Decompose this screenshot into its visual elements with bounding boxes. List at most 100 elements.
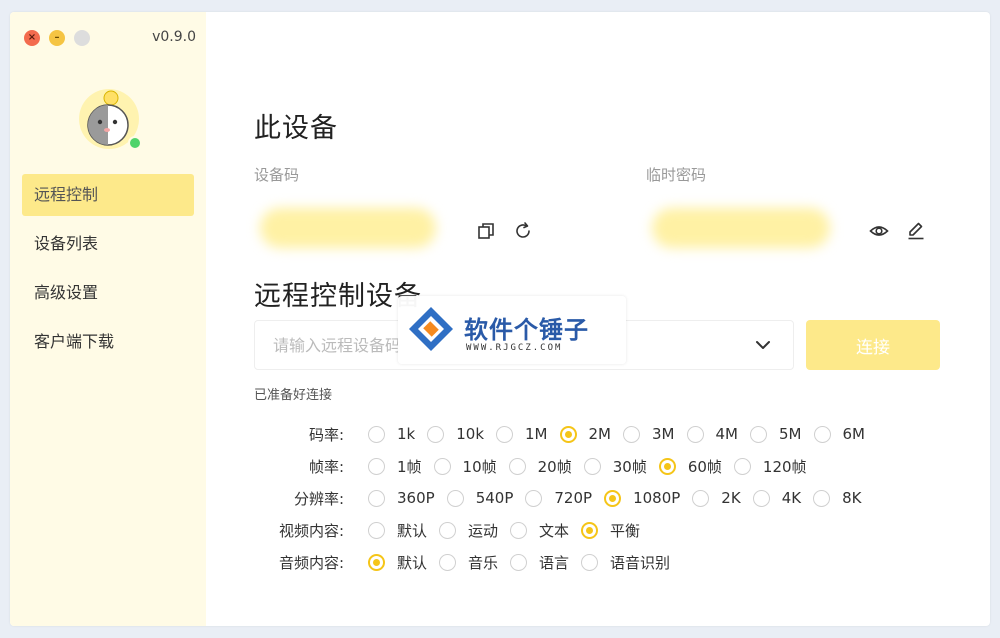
radio-option-label: 8K [842,489,862,507]
radio-circle-icon [752,489,770,507]
resolution-radio-option[interactable]: 720P [525,489,592,507]
remote-control-title: 远程控制设备 [254,281,422,312]
radio-circle-icon [686,425,704,443]
show-password-button[interactable] [867,219,891,243]
copy-device-code-button[interactable] [474,219,498,243]
eye-icon [869,226,889,236]
radio-circle-icon [433,457,451,475]
video-content-radio-option[interactable]: 平衡 [581,520,640,541]
resolution-radio-option[interactable]: 1080P [604,489,680,507]
minimize-window-button[interactable]: – [49,30,65,46]
resolution-label: 分辨率: [293,489,344,508]
bitrate-label: 码率: [308,425,344,444]
radio-option-label: 文本 [539,521,570,540]
sidebar: × – v0.9.0 远程控制 设备列表 高级设置 客户端下载 [10,12,206,626]
device-code-value-redacted [260,208,436,248]
radio-option-label: 120帧 [762,457,807,476]
audio-content-option-row: 音频内容: 默认 音乐 语言 语音识别 [254,550,682,574]
radio-circle-icon [658,457,676,475]
framerate-radio-option[interactable]: 60帧 [658,456,722,477]
bitrate-radio-option[interactable]: 5M [750,425,802,443]
radio-option-label: 1080P [633,489,681,507]
radio-circle-icon [692,489,710,507]
radio-circle-icon [510,553,528,571]
bitrate-option-row: 码率: 1k 10k 1M 2M 3M 4M 5M 6M [254,422,877,446]
version-label: v0.9.0 [152,29,196,45]
radio-circle-icon [496,425,514,443]
radio-option-label: 2M [588,425,612,443]
radio-circle-icon [750,425,768,443]
radio-option-label: 10帧 [462,457,497,476]
radio-option-label: 1M [525,425,548,443]
connection-status: 已准备好连接 [254,388,333,403]
video-content-radio-option[interactable]: 文本 [510,520,569,541]
radio-circle-icon [368,521,385,539]
maximize-window-button[interactable] [74,30,90,46]
sidebar-item-advanced-settings[interactable]: 高级设置 [22,272,194,314]
framerate-radio-option[interactable]: 10帧 [433,456,497,477]
radio-option-label: 540P [475,489,514,507]
radio-option-label: 平衡 [610,521,641,540]
radio-circle-icon [427,425,445,443]
radio-option-label: 60帧 [687,457,722,476]
radio-option-label: 默认 [397,521,428,540]
bitrate-radio-option[interactable]: 6M [813,425,865,443]
radio-circle-icon [439,521,457,539]
radio-option-label: 1k [397,425,416,443]
radio-circle-icon [508,457,526,475]
close-window-button[interactable]: × [24,30,40,46]
resolution-radio-option[interactable]: 540P [446,489,514,507]
resolution-radio-option[interactable]: 360P [368,489,435,507]
edit-password-button[interactable] [904,219,928,243]
refresh-icon [516,222,530,238]
radio-circle-icon [583,457,601,475]
bitrate-radio-option[interactable]: 10k [427,425,484,443]
radio-circle-icon [623,425,641,443]
bitrate-radio-option[interactable]: 1M [496,425,548,443]
edit-pencil-icon [908,222,924,240]
temp-password-label: 临时密码 [646,166,707,184]
sidebar-item-client-download[interactable]: 客户端下载 [22,321,194,363]
framerate-radio-option[interactable]: 30帧 [583,456,647,477]
framerate-radio-option[interactable]: 1帧 [368,456,422,477]
audio-content-radio-option[interactable]: 语言 [510,552,569,573]
bitrate-radio-option[interactable]: 3M [623,425,675,443]
bitrate-radio-option[interactable]: 1k [368,425,415,443]
audio-content-radio-option[interactable]: 语音识别 [581,552,670,573]
watermark-overlay: 软件个锤子 WWW.RJGCZ.COM [398,296,626,364]
radio-option-label: 5M [779,425,802,443]
audio-content-label: 音频内容: [278,553,344,572]
sidebar-item-device-list[interactable]: 设备列表 [22,223,194,265]
audio-content-radio-option[interactable]: 默认 [368,552,427,573]
refresh-device-code-button[interactable] [511,219,535,243]
radio-option-label: 2K [721,489,741,507]
app-window: × – v0.9.0 远程控制 设备列表 高级设置 客户端下载 此设备 设备码 … [10,12,990,626]
bitrate-radio-option[interactable]: 4M [686,425,738,443]
radio-option-label: 30帧 [612,457,647,476]
resolution-radio-option[interactable]: 8K [813,489,861,507]
radio-option-label: 20帧 [537,457,572,476]
sidebar-nav: 远程控制 设备列表 高级设置 客户端下载 [22,174,194,370]
connect-button[interactable]: 连接 [806,320,940,370]
resolution-radio-option[interactable]: 2K [692,489,741,507]
video-content-radio-option[interactable]: 默认 [368,520,427,541]
audio-content-radio-option[interactable]: 音乐 [439,552,498,573]
video-content-radio-option[interactable]: 运动 [439,520,498,541]
chevron-down-icon[interactable] [753,335,773,355]
avatar[interactable] [78,88,142,150]
sidebar-item-remote-control[interactable]: 远程控制 [22,174,194,216]
resolution-radio-option[interactable]: 4K [752,489,801,507]
close-icon: × [27,32,37,43]
video-content-option-row: 视频内容: 默认 运动 文本 平衡 [254,518,652,542]
radio-circle-icon [368,425,385,443]
radio-option-label: 语言 [539,553,570,572]
watermark-title: 软件个锤子 [464,316,589,344]
bitrate-radio-option[interactable]: 2M [559,425,612,443]
watermark-logo-icon [409,307,453,351]
framerate-radio-option[interactable]: 120帧 [733,456,807,477]
radio-circle-icon [581,553,599,571]
watermark-url: WWW.RJGCZ.COM [466,343,563,353]
radio-circle-icon [525,489,543,507]
radio-circle-icon [813,425,831,443]
framerate-radio-option[interactable]: 20帧 [508,456,572,477]
